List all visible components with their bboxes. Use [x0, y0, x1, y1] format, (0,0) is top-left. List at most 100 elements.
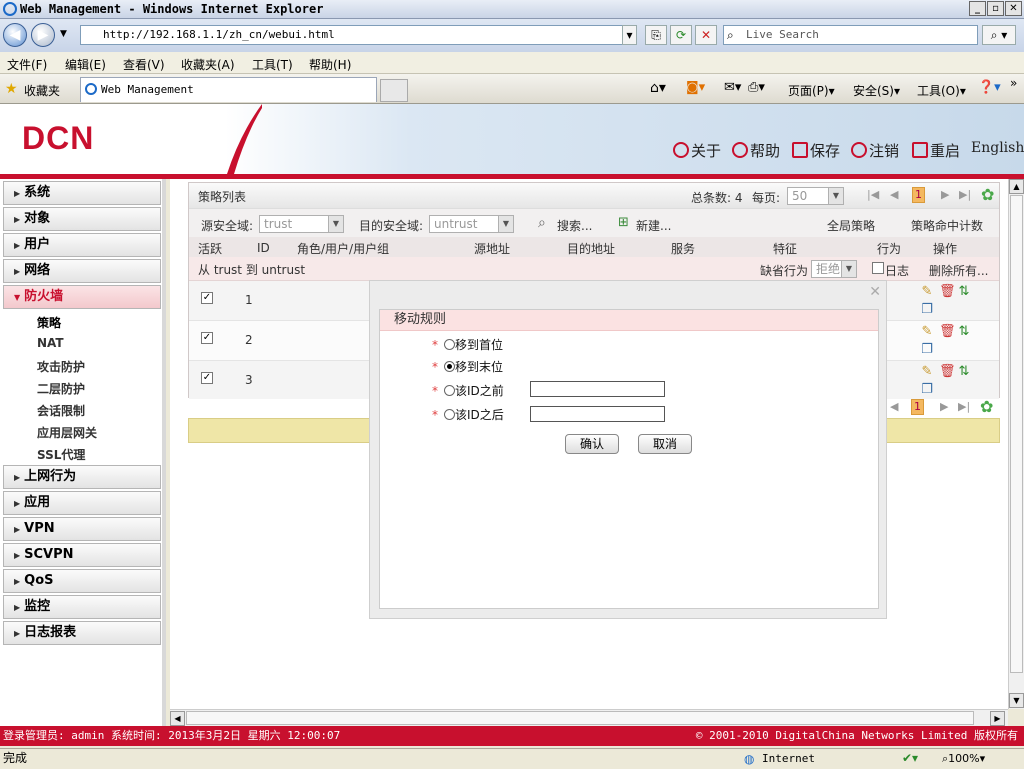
help-icon[interactable]: ❓▾ — [978, 80, 1001, 95]
active-checkbox[interactable]: ✓ — [201, 332, 213, 344]
url-dropdown-icon[interactable]: ▾ — [622, 25, 637, 45]
scroll-thumb[interactable] — [1010, 195, 1023, 673]
sidebar-subitem-l2-defense[interactable]: 二层防护 — [37, 380, 85, 397]
delete-all-button[interactable]: 删除所有... — [929, 262, 988, 279]
global-policy-button[interactable]: 全局策略 — [827, 217, 875, 234]
move-icon[interactable]: ⇅ — [957, 325, 971, 339]
current-page[interactable]: 1 — [912, 187, 925, 203]
sidebar-subitem-session-limit[interactable]: 会话限制 — [37, 402, 85, 419]
menu-tools[interactable]: 工具(T) — [252, 56, 293, 73]
search-button[interactable]: ⌕ ▾ — [982, 25, 1016, 45]
next-page-icon[interactable]: ▶ — [940, 400, 948, 413]
edit-icon[interactable]: ✎ — [920, 285, 934, 299]
logout-link[interactable]: 注销 — [851, 140, 899, 161]
home-icon[interactable]: ⌂▾ — [650, 80, 666, 96]
option-move-first[interactable]: * 移到首位 — [432, 336, 503, 353]
back-button[interactable]: ◀ — [3, 23, 27, 47]
sidebar-item-system[interactable]: ▶ 系统 — [3, 181, 161, 205]
edit-icon[interactable]: ✎ — [920, 365, 934, 379]
menu-favorites[interactable]: 收藏夹(A) — [181, 56, 235, 73]
mail-icon[interactable]: ✉▾ — [724, 80, 741, 95]
search-input[interactable]: Live Search — [723, 25, 978, 45]
src-zone-select[interactable]: trust ▼ — [259, 215, 344, 233]
prev-page-icon[interactable]: ◀ — [890, 400, 898, 413]
close-icon[interactable]: ✕ — [869, 284, 881, 300]
sidebar-item-application[interactable]: ▶ 应用 — [3, 491, 161, 515]
maximize-button[interactable]: ▫ — [987, 1, 1004, 16]
vertical-scrollbar[interactable]: ▲ ▼ — [1008, 179, 1024, 709]
refresh-list-icon[interactable]: ✿ — [981, 185, 994, 204]
sidebar-item-web-behavior[interactable]: ▶ 上网行为 — [3, 465, 161, 489]
new-tab-button[interactable] — [380, 79, 408, 102]
next-page-icon[interactable]: ▶ — [941, 188, 949, 201]
page-menu[interactable]: 页面(P)▾ — [788, 82, 835, 99]
last-page-icon[interactable]: ▶| — [958, 400, 970, 413]
delete-icon[interactable]: 🗑 — [939, 285, 956, 299]
menu-help[interactable]: 帮助(H) — [309, 56, 351, 73]
safety-menu[interactable]: 安全(S)▾ — [853, 82, 900, 99]
dst-zone-select[interactable]: untrust ▼ — [429, 215, 514, 233]
cancel-button[interactable]: 取消 — [638, 434, 692, 454]
close-window-button[interactable]: ✕ — [1005, 1, 1022, 16]
scroll-up-icon[interactable]: ▲ — [1009, 179, 1024, 194]
protected-mode-icon[interactable]: ✔▾ — [902, 749, 918, 768]
english-link[interactable]: English — [971, 140, 1024, 156]
print-icon[interactable]: ⎙▾ — [748, 80, 765, 95]
hscroll-thumb[interactable] — [186, 711, 974, 725]
move-icon[interactable]: ⇅ — [957, 285, 971, 299]
menu-edit[interactable]: 编辑(E) — [65, 56, 106, 73]
delete-icon[interactable]: 🗑 — [939, 325, 956, 339]
minimize-button[interactable]: _ — [969, 1, 986, 16]
copy-icon[interactable]: ❐ — [920, 343, 934, 357]
after-id-input[interactable] — [530, 406, 665, 422]
copy-icon[interactable]: ❐ — [920, 383, 934, 397]
sidebar-item-user[interactable]: ▶ 用户 — [3, 233, 161, 257]
about-link[interactable]: 关于 — [673, 140, 721, 161]
menu-view[interactable]: 查看(V) — [123, 56, 165, 73]
scroll-down-icon[interactable]: ▼ — [1009, 693, 1024, 708]
sidebar-subitem-attack-defense[interactable]: 攻击防护 — [37, 358, 85, 375]
tools-menu[interactable]: 工具(O)▾ — [917, 82, 966, 99]
option-after-id[interactable]: * 该ID之后 — [432, 406, 504, 423]
sidebar-item-vpn[interactable]: ▶ VPN — [3, 517, 161, 541]
scroll-left-icon[interactable]: ◀ — [170, 711, 185, 726]
sidebar-item-firewall[interactable]: ▼ 防火墙 — [3, 285, 161, 309]
favorites-button[interactable]: 收藏夹 — [24, 82, 60, 99]
refresh-icon[interactable]: ⟳ — [670, 25, 692, 45]
compat-view-icon[interactable]: ⎘ — [645, 25, 667, 45]
copy-icon[interactable]: ❐ — [920, 303, 934, 317]
sidebar-item-scvpn[interactable]: ▶ SCVPN — [3, 543, 161, 567]
confirm-button[interactable]: 确认 — [565, 434, 619, 454]
sidebar-item-qos[interactable]: ▶ QoS — [3, 569, 161, 593]
current-page-bottom[interactable]: 1 — [911, 399, 924, 415]
sidebar-subitem-nat[interactable]: NAT — [37, 336, 64, 350]
edit-icon[interactable]: ✎ — [920, 325, 934, 339]
sidebar-subitem-alg[interactable]: 应用层网关 — [37, 424, 97, 441]
chevron-right-icon[interactable]: » — [1010, 76, 1017, 90]
move-icon[interactable]: ⇅ — [957, 365, 971, 379]
new-button[interactable]: 新建... — [636, 217, 671, 234]
before-id-input[interactable] — [530, 381, 665, 397]
delete-icon[interactable]: 🗑 — [939, 365, 956, 379]
first-page-icon[interactable]: |◀ — [867, 188, 879, 201]
sidebar-item-network[interactable]: ▶ 网络 — [3, 259, 161, 283]
sidebar-item-object[interactable]: ▶ 对象 — [3, 207, 161, 231]
sidebar-subitem-policy[interactable]: 策略 — [37, 314, 61, 331]
forward-button[interactable]: ▶ — [31, 23, 55, 47]
option-before-id[interactable]: * 该ID之前 — [432, 382, 504, 399]
horizontal-scrollbar[interactable]: ◀ ▶ — [170, 709, 1008, 726]
log-checkbox[interactable] — [872, 262, 884, 274]
stop-icon[interactable]: ✕ — [695, 25, 717, 45]
feeds-icon[interactable]: ◙▾ — [686, 80, 705, 95]
per-page-select[interactable]: 50 ▼ — [787, 187, 844, 205]
menu-file[interactable]: 文件(F) — [7, 56, 47, 73]
search-button[interactable]: 搜索... — [557, 217, 592, 234]
save-link[interactable]: 保存 — [792, 140, 840, 161]
active-checkbox[interactable]: ✓ — [201, 372, 213, 384]
scroll-right-icon[interactable]: ▶ — [990, 711, 1005, 726]
active-checkbox[interactable]: ✓ — [201, 292, 213, 304]
prev-page-icon[interactable]: ◀ — [890, 188, 898, 201]
hit-count-button[interactable]: 策略命中计数 — [911, 217, 983, 234]
browser-tab[interactable]: Web Management — [80, 77, 377, 102]
url-input[interactable]: http://192.168.1.1/zh_cn/webui.html — [80, 25, 637, 45]
